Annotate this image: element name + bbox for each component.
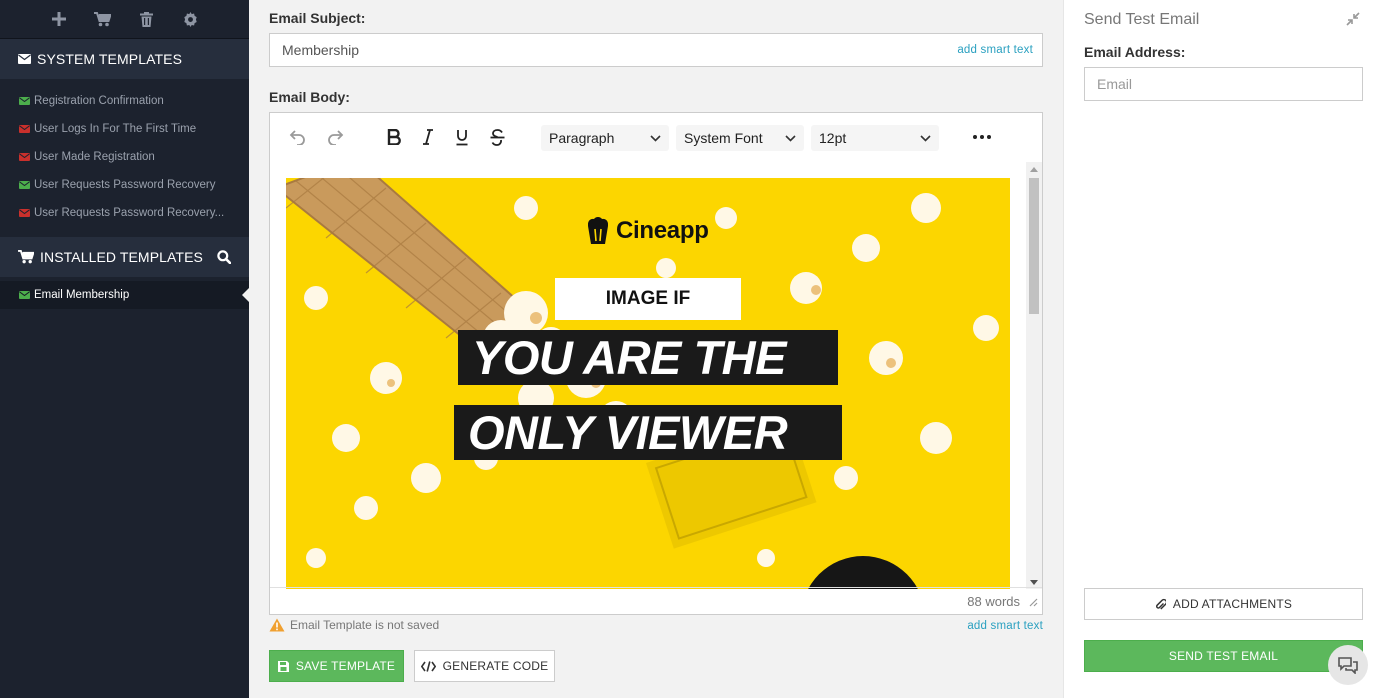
banner-headline-line-1: YOU ARE THE <box>458 330 838 385</box>
envelope-icon <box>19 181 30 189</box>
popcorn-logo-icon <box>586 216 610 246</box>
sidebar-item-label: Email Membership <box>34 289 130 301</box>
cart-icon[interactable] <box>94 10 112 28</box>
sidebar-item-password-recovery[interactable]: User Requests Password Recovery <box>0 171 249 199</box>
add-smart-text-link-body[interactable]: add smart text <box>967 620 1043 632</box>
main-content: Email Subject: add smart text Email Body… <box>249 0 1063 698</box>
chat-icon[interactable] <box>1328 645 1368 685</box>
subject-input[interactable] <box>282 42 958 58</box>
unsaved-warning-text: Email Template is not saved <box>290 618 440 632</box>
system-templates-title: SYSTEM TEMPLATES <box>37 51 183 67</box>
rich-text-editor: Paragraph System Font 12pt Cineapp IMAGE… <box>269 112 1043 615</box>
send-test-email-panel: Send Test Email Email Address: ADD ATTAC… <box>1063 0 1378 698</box>
add-attachments-button[interactable]: ADD ATTACHMENTS <box>1084 588 1363 620</box>
sidebar: SYSTEM TEMPLATES Registration Confirmati… <box>0 0 249 698</box>
code-icon <box>420 660 436 672</box>
save-template-button[interactable]: SAVE TEMPLATE <box>269 650 404 682</box>
system-templates-list: Registration Confirmation User Logs In F… <box>0 79 249 237</box>
sidebar-item-email-membership[interactable]: Email Membership <box>0 281 249 309</box>
sidebar-item-label: User Requests Password Recovery <box>34 179 216 191</box>
sidebar-item-label: User Made Registration <box>34 151 155 163</box>
chevron-down-icon <box>920 134 931 142</box>
word-count: 88 words <box>967 593 1020 609</box>
installed-templates-list: Email Membership <box>0 277 249 319</box>
add-attachments-label: ADD ATTACHMENTS <box>1172 597 1293 611</box>
sidebar-item-password-recovery-2[interactable]: User Requests Password Recovery... <box>0 199 249 227</box>
underline-icon[interactable] <box>452 126 472 148</box>
gear-icon[interactable] <box>182 10 200 28</box>
banner-tag: IMAGE IF <box>555 278 741 320</box>
search-icon[interactable] <box>217 250 231 264</box>
scroll-up-arrow[interactable] <box>1030 167 1038 172</box>
redo-icon[interactable] <box>325 126 345 148</box>
editor-status-bar: 88 words <box>270 587 1042 614</box>
envelope-icon <box>19 97 30 105</box>
save-template-label: SAVE TEMPLATE <box>295 659 396 673</box>
resize-handle-icon[interactable] <box>1029 595 1038 610</box>
strikethrough-icon[interactable] <box>487 126 507 148</box>
chevron-down-icon <box>650 134 661 142</box>
system-templates-header: SYSTEM TEMPLATES <box>0 39 249 79</box>
more-options-icon[interactable] <box>971 126 993 148</box>
envelope-icon <box>19 209 30 217</box>
scroll-thumb[interactable] <box>1029 178 1039 314</box>
add-smart-text-link[interactable]: add smart text <box>957 44 1033 56</box>
editor-toolbar: Paragraph System Font 12pt <box>270 113 1042 162</box>
unsaved-warning: Email Template is not saved <box>269 618 439 632</box>
font-size-value: 12pt <box>819 130 847 146</box>
trash-icon[interactable] <box>138 10 156 28</box>
block-format-value: Paragraph <box>549 130 615 146</box>
warning-icon <box>269 618 285 632</box>
editor-content[interactable]: Cineapp IMAGE IF YOU ARE THE ONLY VIEWER <box>270 162 1026 589</box>
send-test-email-label: SEND TEST EMAIL <box>1168 649 1279 663</box>
generate-code-button[interactable]: GENERATE CODE <box>414 650 555 682</box>
panel-title: Send Test Email <box>1084 11 1200 28</box>
email-address-label: Email Address: <box>1084 44 1186 60</box>
generate-code-label: GENERATE CODE <box>442 659 549 673</box>
installed-templates-title: INSTALLED TEMPLATES <box>40 249 203 265</box>
sidebar-toolbar <box>0 0 249 39</box>
undo-icon[interactable] <box>288 126 308 148</box>
sidebar-item-label: User Requests Password Recovery... <box>34 207 225 219</box>
floppy-disk-icon <box>277 660 289 672</box>
scroll-down-arrow[interactable] <box>1030 580 1038 585</box>
subject-field: add smart text <box>269 33 1043 67</box>
sidebar-item-label: User Logs In For The First Time <box>34 123 197 135</box>
plus-icon[interactable] <box>50 10 68 28</box>
italic-icon[interactable] <box>418 126 438 148</box>
banner-headline-line-2: ONLY VIEWER <box>454 405 842 460</box>
brand-logo: Cineapp <box>586 216 709 246</box>
font-family-select[interactable]: System Font <box>676 125 804 151</box>
sidebar-item-user-made-registration[interactable]: User Made Registration <box>0 143 249 171</box>
envelope-icon <box>19 153 30 161</box>
banner-image: Cineapp IMAGE IF YOU ARE THE ONLY VIEWER <box>286 178 1010 589</box>
envelope-icon <box>19 291 30 299</box>
brand-logo-text: Cineapp <box>616 217 709 244</box>
envelope-icon <box>18 54 31 64</box>
collapse-icon[interactable] <box>1346 12 1360 26</box>
sidebar-item-first-login[interactable]: User Logs In For The First Time <box>0 115 249 143</box>
block-format-select[interactable]: Paragraph <box>541 125 669 151</box>
subject-label: Email Subject: <box>269 10 366 26</box>
font-family-value: System Font <box>684 130 763 146</box>
installed-templates-header: INSTALLED TEMPLATES <box>0 237 249 277</box>
paperclip-icon <box>1155 598 1166 611</box>
sidebar-item-registration-confirmation[interactable]: Registration Confirmation <box>0 87 249 115</box>
body-label: Email Body: <box>269 89 350 105</box>
cart-icon <box>18 250 34 264</box>
send-test-email-button[interactable]: SEND TEST EMAIL <box>1084 640 1363 672</box>
editor-scrollbar[interactable] <box>1026 162 1042 589</box>
bold-icon[interactable] <box>384 126 404 148</box>
email-field[interactable] <box>1084 67 1363 101</box>
envelope-icon <box>19 125 30 133</box>
chevron-down-icon <box>785 134 796 142</box>
sidebar-item-label: Registration Confirmation <box>34 95 164 107</box>
font-size-select[interactable]: 12pt <box>811 125 939 151</box>
